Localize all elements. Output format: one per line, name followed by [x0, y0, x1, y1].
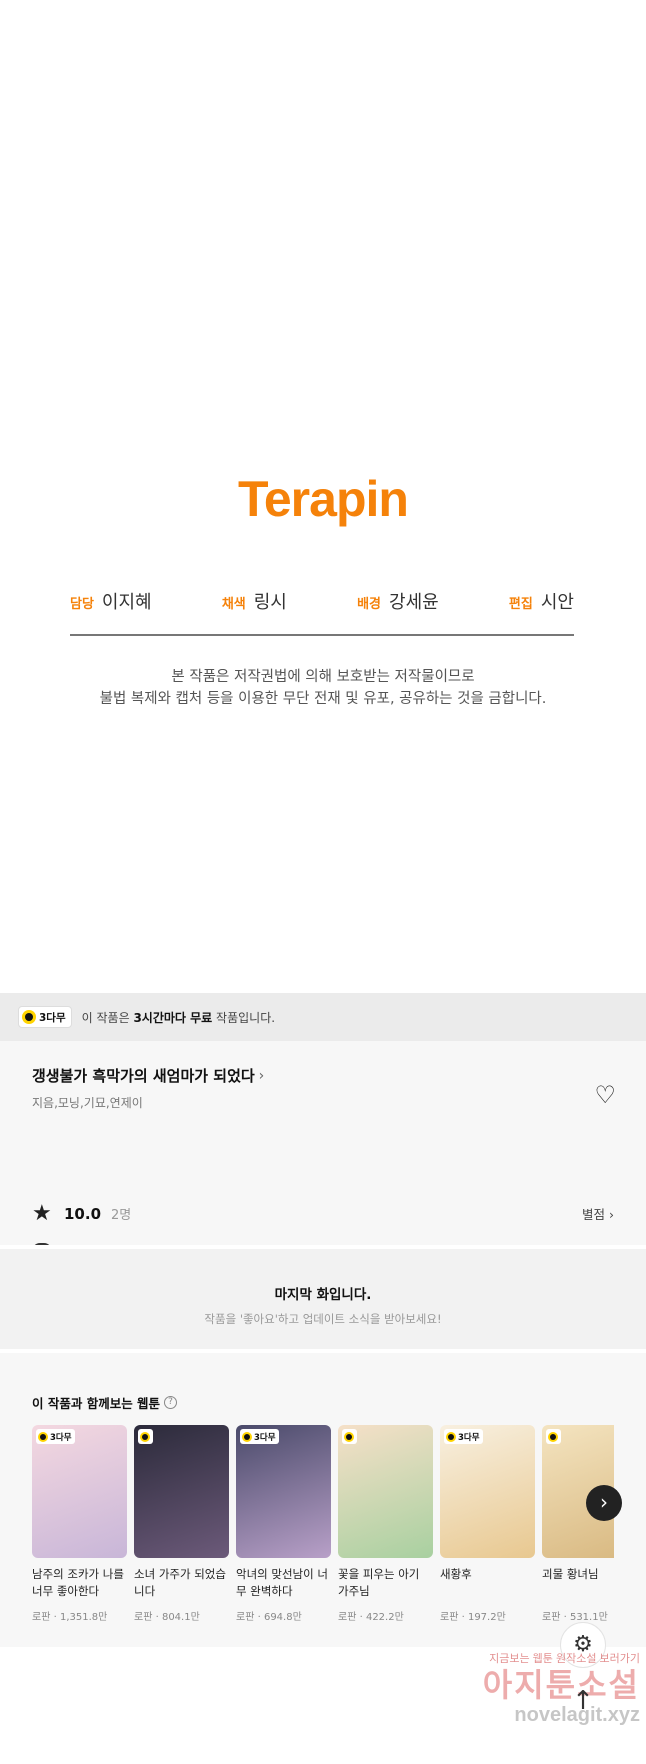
- credits-divider: [70, 634, 574, 636]
- chevron-right-icon: ›: [258, 1067, 265, 1084]
- credit-role: 편집: [508, 597, 533, 612]
- cover-thumbnail[interactable]: 3다무: [440, 1425, 535, 1558]
- badge-label: 3다무: [50, 1432, 72, 1443]
- card-views: 531.1만: [569, 1612, 608, 1623]
- cover-thumbnail[interactable]: [338, 1425, 433, 1558]
- copyright-notice: 본 작품은 저작권법에 의해 보호받는 저작물이므로 불법 복제와 캡처 등을 …: [0, 666, 646, 710]
- recommendation-card[interactable]: 3다무악녀의 맞선남이 너무 완벽하다로판 · 694.8만: [236, 1425, 331, 1623]
- rating-link[interactable]: 별점 ›: [582, 1204, 614, 1223]
- card-title[interactable]: 새황후: [440, 1566, 535, 1602]
- badge-label: 3다무: [39, 1011, 66, 1024]
- credit-item: 담당 이지혜: [70, 588, 152, 614]
- credit-name: 링시: [253, 592, 287, 613]
- rating-count: 2명: [111, 1208, 132, 1223]
- watermark-line: 지금보는 웹툰 원작소설 보러가기: [489, 1653, 640, 1665]
- card-meta: 로판 · 694.8만: [236, 1612, 302, 1623]
- wait-free-badge: [342, 1429, 357, 1444]
- credit-role: 담당: [70, 597, 94, 612]
- scroll-top-icon[interactable]: ↑: [566, 1684, 600, 1718]
- credit-name: 이지혜: [101, 592, 152, 613]
- card-meta: 로판 · 1,351.8만: [32, 1612, 108, 1623]
- card-title[interactable]: 소녀 가주가 되었습니다: [134, 1566, 229, 1602]
- credits: 담당 이지혜 채색 링시 배경 강세윤 편집 시안: [70, 588, 574, 614]
- credit-item: 배경 강세윤: [357, 588, 439, 614]
- card-title[interactable]: 악녀의 맞선남이 너무 완벽하다: [236, 1566, 331, 1602]
- rating-row: ★ 10.0 2명 별점 ›: [32, 1201, 614, 1226]
- card-title[interactable]: 괴물 황녀님: [542, 1566, 614, 1602]
- credit-name: 강세윤: [389, 592, 439, 613]
- card-views: 197.2만: [467, 1612, 506, 1623]
- card-title[interactable]: 꽃을 피우는 아기 가주님: [338, 1566, 433, 1602]
- series-info: 갱생불가 흑막가의 새엄마가 되었다 › 지음,모닝,기묘,연제이 ♡ ★ 10…: [0, 1041, 646, 1261]
- wait-free-badge: 3다무: [240, 1429, 279, 1444]
- credit-item: 편집 시안: [509, 588, 574, 614]
- card-views: 1,351.8만: [59, 1612, 108, 1623]
- free-banner: 3다무 이 작품은 3시간마다 무료 작품입니다.: [0, 993, 646, 1041]
- recommendations: 이 작품과 함께보는 웹툰 ? 3다무남주의 조카가 나를 너무 좋아한다로판 …: [0, 1361, 646, 1647]
- series-title[interactable]: 갱생불가 흑막가의 새엄마가 되었다: [32, 1065, 255, 1086]
- star-icon: ★: [32, 1201, 52, 1226]
- recommendation-card[interactable]: 3다무새황후로판 · 197.2만: [440, 1425, 535, 1623]
- series-title-link[interactable]: 갱생불가 흑막가의 새엄마가 되었다 ›: [32, 1065, 614, 1086]
- cover-thumbnail[interactable]: 3다무: [32, 1425, 127, 1558]
- recommendation-card[interactable]: 3다무남주의 조카가 나를 너무 좋아한다로판 · 1,351.8만: [32, 1425, 127, 1623]
- help-icon[interactable]: ?: [164, 1396, 178, 1409]
- copyright-line: 본 작품은 저작권법에 의해 보호받는 저작물이므로: [171, 669, 475, 685]
- series-panel: 3다무 이 작품은 3시간마다 무료 작품입니다. 갱생불가 흑막가의 새엄마가…: [0, 993, 646, 1647]
- wait-free-badge: 3다무: [18, 1006, 72, 1028]
- card-title[interactable]: 남주의 조카가 나를 너무 좋아한다: [32, 1566, 127, 1602]
- card-meta: 로판 · 422.2만: [338, 1612, 404, 1623]
- free-banner-text: 이 작품은 3시간마다 무료 작품입니다.: [81, 1010, 276, 1025]
- credit-role: 채색: [221, 597, 246, 612]
- last-episode-notice: 마지막 화입니다. 작품을 '좋아요'하고 업데이트 소식을 받아보세요!: [0, 1245, 646, 1353]
- card-genre: 로판: [542, 1612, 561, 1623]
- last-episode-subtitle: 작품을 '좋아요'하고 업데이트 소식을 받아보세요!: [204, 1312, 442, 1326]
- card-genre: 로판: [32, 1612, 51, 1623]
- cover-thumbnail[interactable]: 3다무: [236, 1425, 331, 1558]
- card-views: 694.8만: [263, 1612, 302, 1623]
- card-meta: 로판 · 197.2만: [440, 1612, 506, 1623]
- credit-name: 시안: [540, 592, 574, 613]
- card-genre: 로판: [440, 1612, 459, 1623]
- wait-free-badge: 3다무: [444, 1429, 483, 1444]
- clock-icon: [344, 1431, 354, 1442]
- card-genre: 로판: [236, 1612, 255, 1623]
- clock-icon: [22, 1010, 36, 1024]
- credit-role: 배경: [357, 597, 382, 612]
- recommendation-card[interactable]: 소녀 가주가 되었습니다로판 · 804.1만: [134, 1425, 229, 1623]
- wait-free-badge: [138, 1429, 153, 1444]
- watermark-line: 아지툰소설: [482, 1667, 640, 1703]
- clock-icon: [242, 1431, 252, 1442]
- card-views: 804.1만: [161, 1612, 200, 1623]
- card-views: 422.2만: [365, 1612, 404, 1623]
- clock-icon: [38, 1431, 48, 1442]
- clock-icon: [548, 1431, 558, 1442]
- watermark-line: novelagit.xyz: [514, 1704, 640, 1726]
- publisher-logo: Terapin: [238, 471, 409, 527]
- copyright-line: 불법 복제와 캡처 등을 이용한 무단 전재 및 유포, 공유하는 것을 금합니…: [99, 691, 547, 707]
- next-arrow-icon[interactable]: ›: [586, 1485, 622, 1521]
- clock-icon: [446, 1431, 456, 1442]
- wait-free-badge: 3다무: [36, 1429, 75, 1444]
- rating-score: 10.0: [64, 1204, 102, 1223]
- watermark: 지금보는 웹툰 원작소설 보러가기 아지툰소설 novelagit.xyz: [440, 1650, 640, 1727]
- credit-item: 채색 링시: [222, 588, 287, 614]
- recommendations-heading: 이 작품과 함께보는 웹툰 ?: [32, 1393, 178, 1412]
- card-genre: 로판: [134, 1612, 153, 1623]
- series-authors: 지음,모닝,기묘,연제이: [32, 1096, 143, 1110]
- clock-icon: [140, 1431, 150, 1442]
- cover-thumbnail[interactable]: [134, 1425, 229, 1558]
- badge-label: 3다무: [254, 1432, 276, 1443]
- card-genre: 로판: [338, 1612, 357, 1623]
- badge-label: 3다무: [458, 1432, 480, 1443]
- recommendation-card[interactable]: 꽃을 피우는 아기 가주님로판 · 422.2만: [338, 1425, 433, 1623]
- recommendation-card[interactable]: 괴물 황녀님로판 · 531.1만: [542, 1425, 614, 1623]
- heart-icon[interactable]: ♡: [594, 1081, 616, 1109]
- wait-free-badge: [546, 1429, 561, 1444]
- last-episode-title: 마지막 화입니다.: [274, 1287, 372, 1303]
- card-meta: 로판 · 531.1만: [542, 1612, 608, 1623]
- recommendation-list: 3다무 남주의 조카가 나를 너무 좋아한다 로판 · 1,351.8만 소녀 가주가…: [32, 1425, 614, 1623]
- card-meta: 로판 · 804.1만: [134, 1612, 200, 1623]
